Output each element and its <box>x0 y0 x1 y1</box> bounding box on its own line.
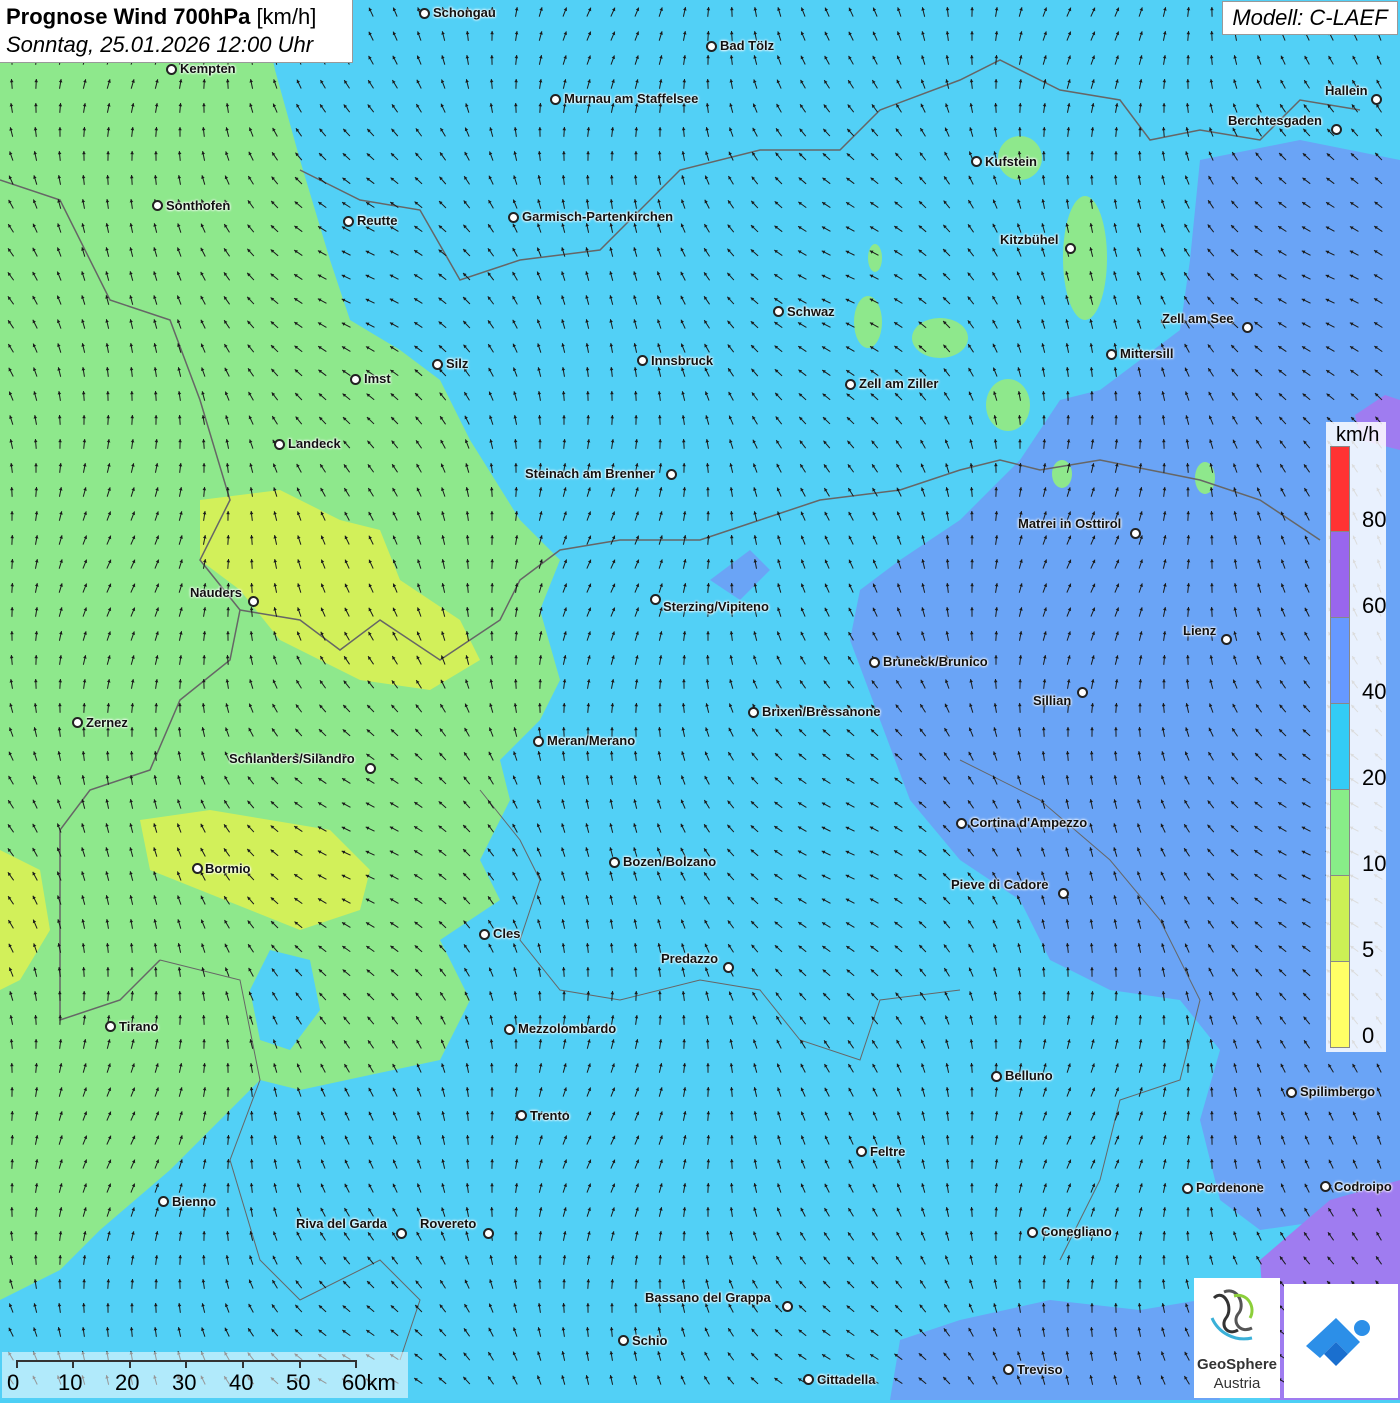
zone-green-blob-5 <box>854 296 882 348</box>
zone-green-blob-1 <box>1063 196 1107 320</box>
zone-green-blob-6 <box>868 244 882 272</box>
zone-green-blob-4 <box>986 379 1030 431</box>
